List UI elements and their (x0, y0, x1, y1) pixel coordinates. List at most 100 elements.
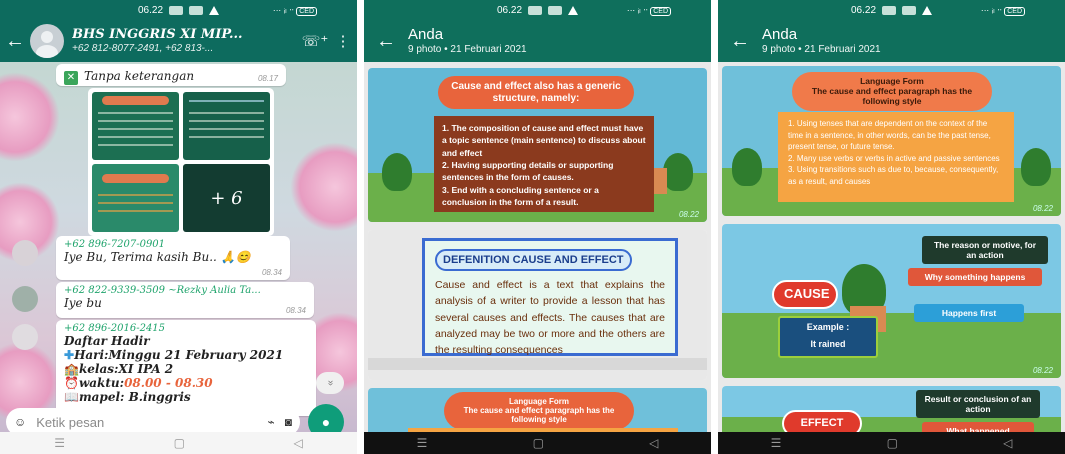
sender-name: Anda (762, 26, 798, 44)
slide-heading: Cause and effect also has a generic stru… (438, 76, 634, 109)
group-name: BHS INGGRIS XI MIP... (72, 27, 243, 42)
photo-time: 08.22 (1032, 204, 1053, 213)
photo-thumbnail[interactable] (92, 164, 179, 232)
menu-nav-icon[interactable]: ☰ (417, 436, 428, 450)
mic-icon: ● (321, 414, 331, 430)
photo-item[interactable]: Cause and effect also has a generic stru… (368, 68, 707, 222)
book-icon: 📖 (64, 390, 79, 404)
system-nav-bar: ☰ ▢ ◁ (0, 432, 357, 454)
alert-icon (568, 5, 579, 15)
home-nav-icon[interactable]: ▢ (533, 436, 544, 450)
chat-background: ✕ Tanpa keterangan 08.17 + 6 +62 896-7207… (0, 62, 357, 432)
home-nav-icon[interactable]: ▢ (887, 436, 898, 450)
message-input[interactable]: Ketik pesan (36, 415, 257, 430)
status-time: 06.22 (850, 4, 877, 16)
message-bubble[interactable]: +62 896-7207-0901 Iye Bu, Terima kasih B… (56, 236, 290, 280)
photo-thumbnail[interactable]: + 6 (183, 164, 270, 232)
example-label: Example : (806, 322, 850, 332)
attendance-day: Hari:Minggu 21 February 2021 (74, 348, 284, 362)
message-text: Iye Bu, Terima kasih Bu.. 🙏😊 (64, 250, 251, 264)
system-nav-bar: ☰ ▢ ◁ (364, 432, 711, 454)
photo-item[interactable]: CAUSE The reason or motive, for an actio… (722, 224, 1061, 378)
example-box: Example : It rained (778, 316, 878, 358)
photo-thumbnail[interactable] (183, 92, 270, 160)
alarm-clock-icon: ⏰ (64, 376, 79, 390)
message-sender[interactable]: +62 822-9339-3509 ~Rezky Aulia Ta... (64, 285, 306, 296)
notification-icon (528, 5, 543, 15)
slide-heading: Language Form The cause and effect parag… (792, 72, 992, 112)
attendance-class: kelas:XI IPA 2 (78, 362, 174, 376)
status-time: 06.22 (137, 4, 164, 16)
more-photos-count: + 6 (183, 164, 270, 232)
photo-thumbnail[interactable] (92, 92, 179, 160)
group-members: +62 812-8077-2491, +62 813-... (72, 42, 214, 54)
battery-icon: CED (296, 6, 317, 16)
photo-count-date: 9 photo • 21 Februari 2021 (408, 43, 527, 55)
photo-list: Cause and effect also has a generic stru… (364, 62, 711, 440)
back-arrow-icon[interactable]: ← (0, 30, 30, 53)
chat-screen: 06.22 ·∙· ᵢₗ ᐧᐧ CED ← BHS INGGRIS XI MIP… (0, 0, 357, 454)
back-nav-icon[interactable]: ◁ (1003, 436, 1012, 450)
menu-nav-icon[interactable]: ☰ (54, 436, 65, 450)
slide-body: 1. Using tenses that are dependent on th… (778, 112, 1014, 202)
example-value: It rained (810, 338, 846, 349)
status-bar: 06.22 ·∙· ᵢₗ ᐧᐧ CED (0, 0, 357, 20)
chat-header: ← BHS INGGRIS XI MIP... +62 812-8077-249… (0, 20, 357, 62)
sender-avatar[interactable] (12, 324, 38, 350)
attach-icon[interactable]: ⌁ (268, 415, 275, 429)
camera-icon[interactable]: ◙ (285, 415, 292, 429)
group-avatar[interactable] (30, 24, 64, 58)
back-arrow-icon[interactable]: ← (718, 30, 762, 53)
attendance-line: 🏫kelas:XI IPA 2 (64, 362, 308, 376)
message-sender[interactable]: +62 896-2016-2415 (64, 323, 308, 334)
scroll-down-button[interactable]: » (316, 372, 344, 394)
more-options-icon[interactable]: ⋮ (329, 32, 357, 50)
notification-icon (189, 5, 204, 15)
photo-item[interactable]: DEFENITION CAUSE AND EFFECT Cause and ef… (368, 230, 707, 380)
photo-item[interactable]: EFFECT Result or conclusion of an action… (722, 386, 1061, 438)
add-call-icon[interactable]: ☏⁺ (301, 32, 329, 50)
slide-point: 3. Using transitions such as due to, bec… (788, 165, 999, 186)
sender-name: Anda (408, 26, 444, 44)
viewer-header: ← Anda 9 photo • 21 Februari 2021 (718, 20, 1065, 62)
status-time: 06.22 (496, 4, 523, 16)
photo-count-date: 9 photo • 21 Februari 2021 (762, 43, 881, 55)
viewer-header: ← Anda 9 photo • 21 Februari 2021 (364, 20, 711, 62)
signal-icons: ·∙· ᵢₗ ᐧᐧ CED (627, 5, 671, 16)
back-nav-icon[interactable]: ◁ (649, 436, 658, 450)
notification-icon (882, 5, 897, 15)
sender-avatar[interactable] (12, 240, 38, 266)
reason-box: The reason or motive, for an action (922, 236, 1048, 265)
menu-nav-icon[interactable]: ☰ (771, 436, 782, 450)
attendance-line: ✚Hari:Minggu 21 February 2021 (64, 348, 308, 362)
group-title[interactable]: BHS INGGRIS XI MIP... +62 812-8077-2491,… (72, 28, 301, 54)
home-nav-icon[interactable]: ▢ (174, 436, 185, 450)
message-time: 08.34 (261, 268, 282, 277)
cause-label: CAUSE (772, 280, 838, 309)
definition-box: DEFENITION CAUSE AND EFFECT Cause and ef… (422, 238, 678, 356)
slide-heading: DEFENITION CAUSE AND EFFECT (435, 249, 632, 271)
message-time: 08.17 (257, 74, 278, 83)
photo-item[interactable]: Language Form The cause and effect parag… (722, 66, 1061, 216)
back-nav-icon[interactable]: ◁ (293, 436, 302, 450)
message-bubble[interactable]: +62 896-2016-2415 Daftar Hadir ✚Hari:Min… (56, 320, 316, 416)
emoji-icon[interactable]: ☺ (14, 415, 26, 429)
flower-decoration (0, 72, 60, 162)
slide-point: 2. Many use verbs or verbs in active and… (788, 153, 1000, 163)
sender-avatar[interactable] (12, 286, 38, 312)
back-arrow-icon[interactable]: ← (364, 30, 408, 53)
notification-icon (169, 5, 184, 15)
alert-icon (209, 5, 220, 15)
message-bubble[interactable]: +62 822-9339-3509 ~Rezky Aulia Ta... Iye… (56, 282, 314, 318)
message-sender[interactable]: +62 896-7207-0901 (64, 239, 282, 250)
flower-decoration (290, 142, 357, 232)
attendance-line: ⏰waktu:08.00 - 08.30 (64, 376, 308, 390)
signal-icons: ·∙· ᵢₗ ᐧᐧ CED (981, 5, 1025, 16)
slide-point: 2. Having supporting details or supporti… (442, 159, 614, 183)
viewer-title: Anda 9 photo • 21 Februari 2021 (408, 27, 527, 55)
message-bubble[interactable]: ✕ Tanpa keterangan 08.17 (56, 64, 286, 86)
photo-time: 08.22 (678, 210, 699, 219)
photo-viewer-screen: 06.22 ·∙· ᵢₗ ᐧᐧ CED ← Anda 9 photo • 21 … (718, 0, 1065, 454)
media-grid[interactable]: + 6 (88, 88, 274, 236)
attendance-time-label: waktu: (78, 376, 125, 390)
